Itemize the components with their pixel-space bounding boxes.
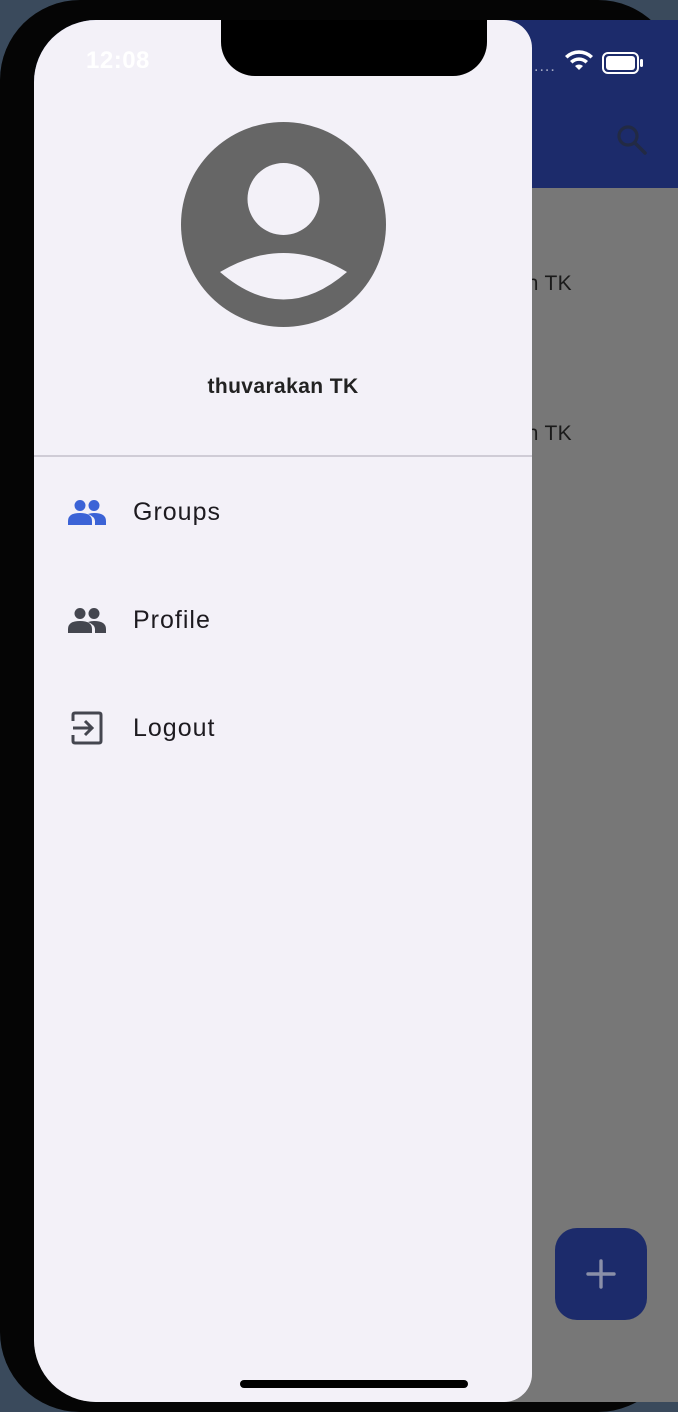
drawer-item-profile[interactable]: Profile	[34, 580, 532, 660]
phone-frame: .... kan TK kan TK 12:08 thuvarakan TK G…	[0, 0, 678, 1412]
drawer-item-label: Logout	[133, 713, 216, 742]
device-notch	[221, 20, 487, 76]
drawer-item-label: Profile	[133, 605, 211, 634]
navigation-drawer: 12:08 thuvarakan TK Groups Profile Logou…	[34, 20, 532, 1402]
add-group-button[interactable]	[555, 1228, 647, 1320]
home-indicator[interactable]	[240, 1380, 468, 1388]
drawer-item-groups[interactable]: Groups	[34, 472, 532, 552]
logout-icon	[68, 709, 106, 747]
battery-icon	[602, 52, 643, 74]
group-icon	[68, 493, 106, 531]
wifi-icon	[565, 50, 593, 70]
screen: .... kan TK kan TK 12:08 thuvarakan TK G…	[34, 20, 678, 1402]
search-icon[interactable]	[614, 122, 650, 158]
status-time: 12:08	[86, 47, 150, 74]
drawer-divider	[34, 455, 532, 457]
drawer-item-label: Groups	[133, 497, 221, 526]
plus-icon	[586, 1259, 616, 1289]
signal-dots: ....	[534, 58, 556, 75]
user-name: thuvarakan TK	[207, 375, 359, 398]
drawer-item-logout[interactable]: Logout	[34, 688, 532, 768]
avatar-icon	[181, 122, 386, 327]
group-icon	[68, 601, 106, 639]
